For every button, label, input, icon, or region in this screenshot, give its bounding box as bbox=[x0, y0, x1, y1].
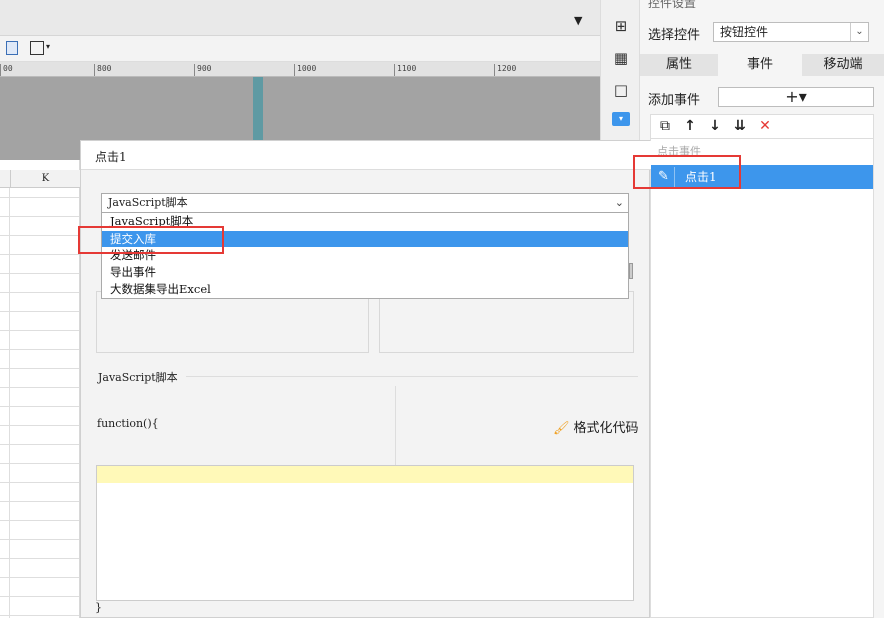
panel-title: 控件设置 bbox=[648, 0, 697, 10]
move-bottom-icon[interactable]: ⇊ bbox=[730, 116, 750, 136]
scrollbar-thumb[interactable] bbox=[629, 263, 633, 279]
widget-settings-panel: 控件设置 选择控件 按钮控件 ⌄ 属性 事件 移动端 添加事件 +▾ ⧉ ↑ ↓… bbox=[640, 0, 884, 618]
option-bigdata-export-excel[interactable]: 大数据集导出Excel bbox=[102, 281, 628, 297]
arrow-up-icon[interactable]: ↑ bbox=[680, 116, 700, 136]
layout-icon[interactable]: ⊞ bbox=[611, 16, 631, 36]
chevron-down-icon[interactable]: ⌄ bbox=[615, 194, 624, 212]
panel-tabs: 属性 事件 移动端 bbox=[640, 54, 884, 76]
function-closing-brace: } bbox=[95, 601, 102, 614]
dialog-title: 点击1 bbox=[95, 150, 127, 164]
ruler-tick: 900 bbox=[194, 64, 211, 76]
align-icon[interactable] bbox=[6, 41, 18, 55]
select-widget-value: 按钮控件 bbox=[720, 25, 769, 39]
spreadsheet-grid[interactable] bbox=[0, 160, 80, 618]
event-type-select[interactable]: JavaScript脚本 ⌄ bbox=[101, 193, 629, 213]
tab-events[interactable]: 事件 bbox=[718, 54, 802, 76]
code-editor[interactable] bbox=[96, 465, 634, 601]
arrow-down-icon[interactable]: ↓ bbox=[705, 116, 725, 136]
section-divider bbox=[186, 376, 638, 377]
tab-properties[interactable]: 属性 bbox=[640, 54, 718, 76]
event-toolbar: ⧉ ↑ ↓ ⇊ ✕ bbox=[650, 114, 874, 138]
add-event-label: 添加事件 bbox=[648, 93, 701, 108]
ruler-tick: 1200 bbox=[494, 64, 516, 76]
canvas-guide-line bbox=[253, 77, 263, 140]
current-line-highlight bbox=[97, 466, 633, 483]
add-event-button[interactable]: +▾ bbox=[718, 87, 874, 107]
event-edit-dialog: 点击1 JavaScript脚本 ⌄ JavaScript脚本 提交入库 发送邮… bbox=[80, 140, 651, 618]
settings-subpanel-left bbox=[96, 291, 369, 353]
widget-settings-icon[interactable]: ▾ bbox=[612, 112, 630, 126]
javascript-section-label: JavaScript脚本 bbox=[98, 369, 182, 385]
column-header-k[interactable]: K bbox=[10, 170, 80, 188]
format-code-button[interactable]: 🖌 格式化代码 bbox=[553, 417, 639, 436]
settings-subpanel-right bbox=[379, 291, 634, 353]
delete-icon[interactable]: ✕ bbox=[755, 116, 775, 136]
select-widget-label: 选择控件 bbox=[648, 28, 701, 43]
dialog-title-bar: 点击1 bbox=[81, 141, 651, 170]
copy-icon[interactable]: ⧉ bbox=[655, 116, 675, 136]
frame-icon[interactable]: □ bbox=[611, 80, 631, 100]
tab-mobile[interactable]: 移动端 bbox=[802, 54, 884, 76]
grid-line bbox=[9, 188, 10, 618]
select-widget-dropdown[interactable]: 按钮控件 ⌄ bbox=[713, 22, 869, 42]
top-bar: ▼ bbox=[0, 0, 600, 36]
annotation-highlight-option bbox=[78, 226, 224, 254]
format-code-label: 格式化代码 bbox=[573, 421, 639, 436]
border-dropdown-icon[interactable]: ▾ bbox=[46, 42, 50, 51]
ruler-tick: 1000 bbox=[294, 64, 316, 76]
ruler-tick: 800 bbox=[94, 64, 111, 76]
column-header-row: K bbox=[0, 170, 80, 188]
annotation-highlight-event bbox=[633, 155, 741, 189]
widget-info-icon[interactable]: ▦ bbox=[611, 48, 631, 68]
border-icon[interactable] bbox=[30, 41, 44, 55]
brush-icon: 🖌 bbox=[553, 421, 570, 436]
ruler-tick: 00 bbox=[0, 64, 13, 76]
format-toolbar: ▾ bbox=[0, 36, 600, 62]
event-list: 点击事件 ✎ 点击1 bbox=[650, 138, 874, 618]
chevron-down-icon[interactable]: ⌄ bbox=[850, 23, 868, 41]
event-type-value: JavaScript脚本 bbox=[108, 196, 188, 209]
function-header: function(){ bbox=[97, 417, 159, 430]
filter-icon[interactable]: ▼ bbox=[574, 14, 582, 27]
horizontal-ruler: 00 800 900 1000 1100 1200 bbox=[0, 62, 600, 77]
option-export-event[interactable]: 导出事件 bbox=[102, 264, 628, 280]
ruler-tick: 1100 bbox=[394, 64, 416, 76]
